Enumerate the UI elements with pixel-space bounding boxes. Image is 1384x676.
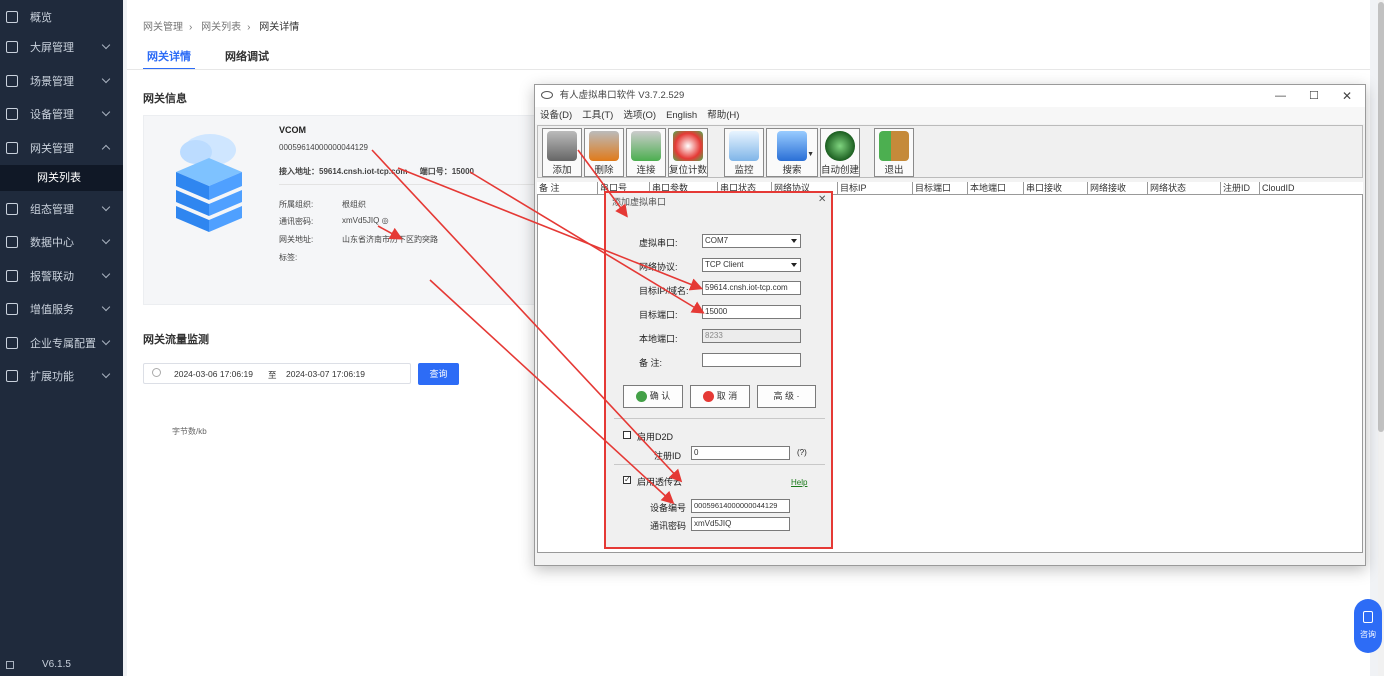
annotation-arrow [577, 149, 628, 218]
annotation-arrows [371, 149, 705, 505]
annotation-arrow [397, 167, 703, 291]
annotation-arrow [429, 279, 675, 505]
annotation-arrow [377, 225, 403, 240]
annotation-arrow [371, 149, 683, 483]
annotation-arrow [469, 171, 705, 314]
